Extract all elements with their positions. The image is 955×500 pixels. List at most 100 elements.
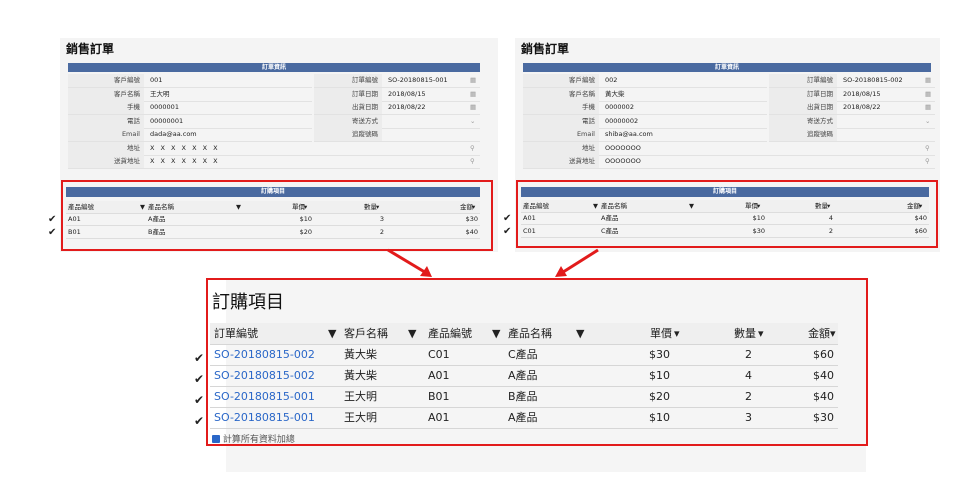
col-product-name[interactable]: 產品名稱 — [148, 201, 174, 213]
dropdown-caret-icon[interactable]: ⌄ — [925, 115, 930, 128]
table-row[interactable]: C01 C產品 $30 2 $60 — [521, 225, 929, 238]
checkmark-icon[interactable]: ✔ — [194, 372, 204, 386]
checkmark-icon[interactable]: ✔ — [503, 213, 511, 224]
field-value[interactable]: X X X X X X X — [146, 142, 220, 155]
sort-caret-icon[interactable]: ▾ — [919, 200, 922, 212]
calendar-icon[interactable]: ▦ — [925, 88, 931, 101]
sort-caret-icon[interactable]: ▾ — [827, 200, 830, 212]
field-label: 手機 — [68, 101, 144, 114]
field-value[interactable]: SO-20180815-001 — [384, 74, 448, 87]
field-value[interactable]: 黃大柴 — [601, 88, 625, 101]
checkmark-icon[interactable]: ✔ — [48, 214, 56, 225]
checkmark-icon[interactable]: ✔ — [194, 393, 204, 407]
field-label: 訂單編號 — [314, 74, 382, 87]
checkmark-icon[interactable]: ✔ — [194, 414, 204, 428]
field-value[interactable]: SO-20180815-002 — [839, 74, 903, 87]
map-pin-icon[interactable]: ⚲ — [470, 155, 475, 168]
field-value[interactable]: shiba@aa.com — [601, 128, 653, 141]
cell-order[interactable]: SO-20180815-001 — [214, 407, 315, 428]
field-label: 出貨日期 — [314, 101, 382, 114]
field-label: 送貨地址 — [523, 155, 599, 168]
table-row[interactable]: A01 A產品 $10 3 $30 — [66, 213, 480, 226]
sort-caret-icon[interactable]: ▼ — [408, 323, 416, 344]
field-label: 訂單日期 — [769, 87, 837, 101]
calendar-icon[interactable]: ▦ — [925, 101, 931, 114]
calendar-icon[interactable]: ▦ — [925, 74, 931, 87]
field-value[interactable]: OOOOOOO — [601, 155, 641, 168]
calendar-icon[interactable]: ▦ — [470, 88, 476, 101]
table-row[interactable]: SO-20180815-001 王大明 A01 A產品 $10 3 $30 — [210, 407, 838, 429]
col-product-name[interactable]: 產品名稱 — [601, 200, 627, 212]
calendar-icon[interactable]: ▦ — [470, 74, 476, 87]
sort-caret-icon[interactable]: ▾ — [472, 201, 475, 213]
checkmark-icon[interactable]: ✔ — [48, 227, 56, 238]
cell-qty: 4 — [745, 369, 752, 382]
checkmark-icon[interactable]: ✔ — [503, 226, 511, 237]
cell-order[interactable]: SO-20180815-002 — [214, 344, 315, 365]
col-product-code[interactable]: 產品編號 — [68, 201, 94, 213]
checkmark-icon[interactable]: ✔ — [194, 351, 204, 365]
sort-caret-icon[interactable]: ▼ — [492, 323, 500, 344]
field-value[interactable]: 2018/08/22 — [384, 101, 425, 114]
field-value[interactable]: 00000002 — [601, 115, 638, 128]
left-page-title: 銷售訂單 — [66, 42, 115, 56]
sort-caret-icon[interactable]: ▼ — [593, 200, 598, 212]
table-row[interactable]: SO-20180815-001 王大明 B01 B產品 $20 2 $40 — [210, 386, 838, 408]
table-row[interactable]: B01 B產品 $20 2 $40 — [66, 226, 480, 239]
col-customer-name[interactable]: 客戶名稱 — [344, 323, 388, 344]
sort-caret-icon[interactable]: ▼ — [576, 323, 584, 344]
sort-caret-icon[interactable]: ▾ — [830, 323, 836, 344]
sort-caret-icon[interactable]: ▾ — [757, 200, 760, 212]
sort-caret-icon[interactable]: ▾ — [376, 201, 379, 213]
field-value[interactable] — [384, 128, 388, 141]
col-product-name[interactable]: 產品名稱 — [508, 323, 552, 344]
col-amount[interactable]: 金額 — [808, 323, 830, 344]
field-value[interactable]: OOOOOOO — [601, 142, 641, 155]
col-product-code[interactable]: 產品編號 — [428, 323, 472, 344]
sort-caret-icon[interactable]: ▾ — [674, 323, 680, 344]
map-pin-icon[interactable]: ⚲ — [925, 155, 930, 168]
sort-caret-icon[interactable]: ▼ — [689, 200, 694, 212]
table-row[interactable]: A01 A產品 $10 4 $40 — [521, 212, 929, 225]
cell-name: A產品 — [601, 214, 619, 222]
cell-order[interactable]: SO-20180815-001 — [214, 386, 315, 407]
sort-caret-icon[interactable]: ▾ — [758, 323, 764, 344]
sort-caret-icon[interactable]: ▼ — [140, 201, 145, 213]
cell-name: C產品 — [508, 348, 538, 361]
col-qty[interactable]: 數量 — [734, 323, 756, 344]
field-label: 訂單日期 — [314, 87, 382, 101]
cell-qty: 3 — [745, 411, 752, 424]
field-label: 客戶名稱 — [523, 87, 599, 101]
field-value[interactable]: dada@aa.com — [146, 128, 197, 141]
field-value[interactable]: 2018/08/22 — [839, 101, 880, 114]
field-value[interactable] — [839, 128, 843, 141]
field-value[interactable]: 002 — [601, 74, 617, 87]
field-value[interactable]: 001 — [146, 74, 162, 87]
form-row-left: 手機 0000002 — [523, 101, 767, 115]
map-pin-icon[interactable]: ⚲ — [470, 142, 475, 155]
field-value[interactable]: 2018/08/15 — [384, 88, 425, 101]
sort-caret-icon[interactable]: ▼ — [328, 323, 336, 344]
cell-order[interactable]: SO-20180815-002 — [214, 365, 315, 386]
field-value[interactable]: 0000001 — [146, 101, 179, 114]
field-value[interactable]: 00000001 — [146, 115, 183, 128]
table-row[interactable]: SO-20180815-002 黃大柴 C01 C產品 $30 2 $60 — [210, 344, 838, 366]
calendar-icon[interactable]: ▦ — [470, 101, 476, 114]
field-value[interactable]: X X X X X X X — [146, 155, 220, 168]
sort-caret-icon[interactable]: ▾ — [304, 201, 307, 213]
left-items-header: 訂購項目 — [66, 187, 480, 197]
field-value[interactable]: 王大明 — [146, 88, 170, 101]
sort-caret-icon[interactable]: ▼ — [236, 201, 241, 213]
col-price[interactable]: 單價 — [650, 323, 672, 344]
dropdown-caret-icon[interactable]: ⌄ — [470, 115, 475, 128]
map-pin-icon[interactable]: ⚲ — [925, 142, 930, 155]
field-value[interactable] — [384, 115, 388, 128]
table-row[interactable]: SO-20180815-002 黃大柴 A01 A產品 $10 4 $40 — [210, 365, 838, 387]
field-value[interactable] — [839, 115, 843, 128]
col-product-code[interactable]: 產品編號 — [523, 200, 549, 212]
field-value[interactable]: 0000002 — [601, 101, 634, 114]
field-value[interactable]: 2018/08/15 — [839, 88, 880, 101]
cell-name: A產品 — [508, 411, 538, 424]
sum-all-link[interactable]: 計算所有資料加總 — [212, 432, 295, 445]
col-order-number[interactable]: 訂單編號 — [214, 323, 258, 344]
